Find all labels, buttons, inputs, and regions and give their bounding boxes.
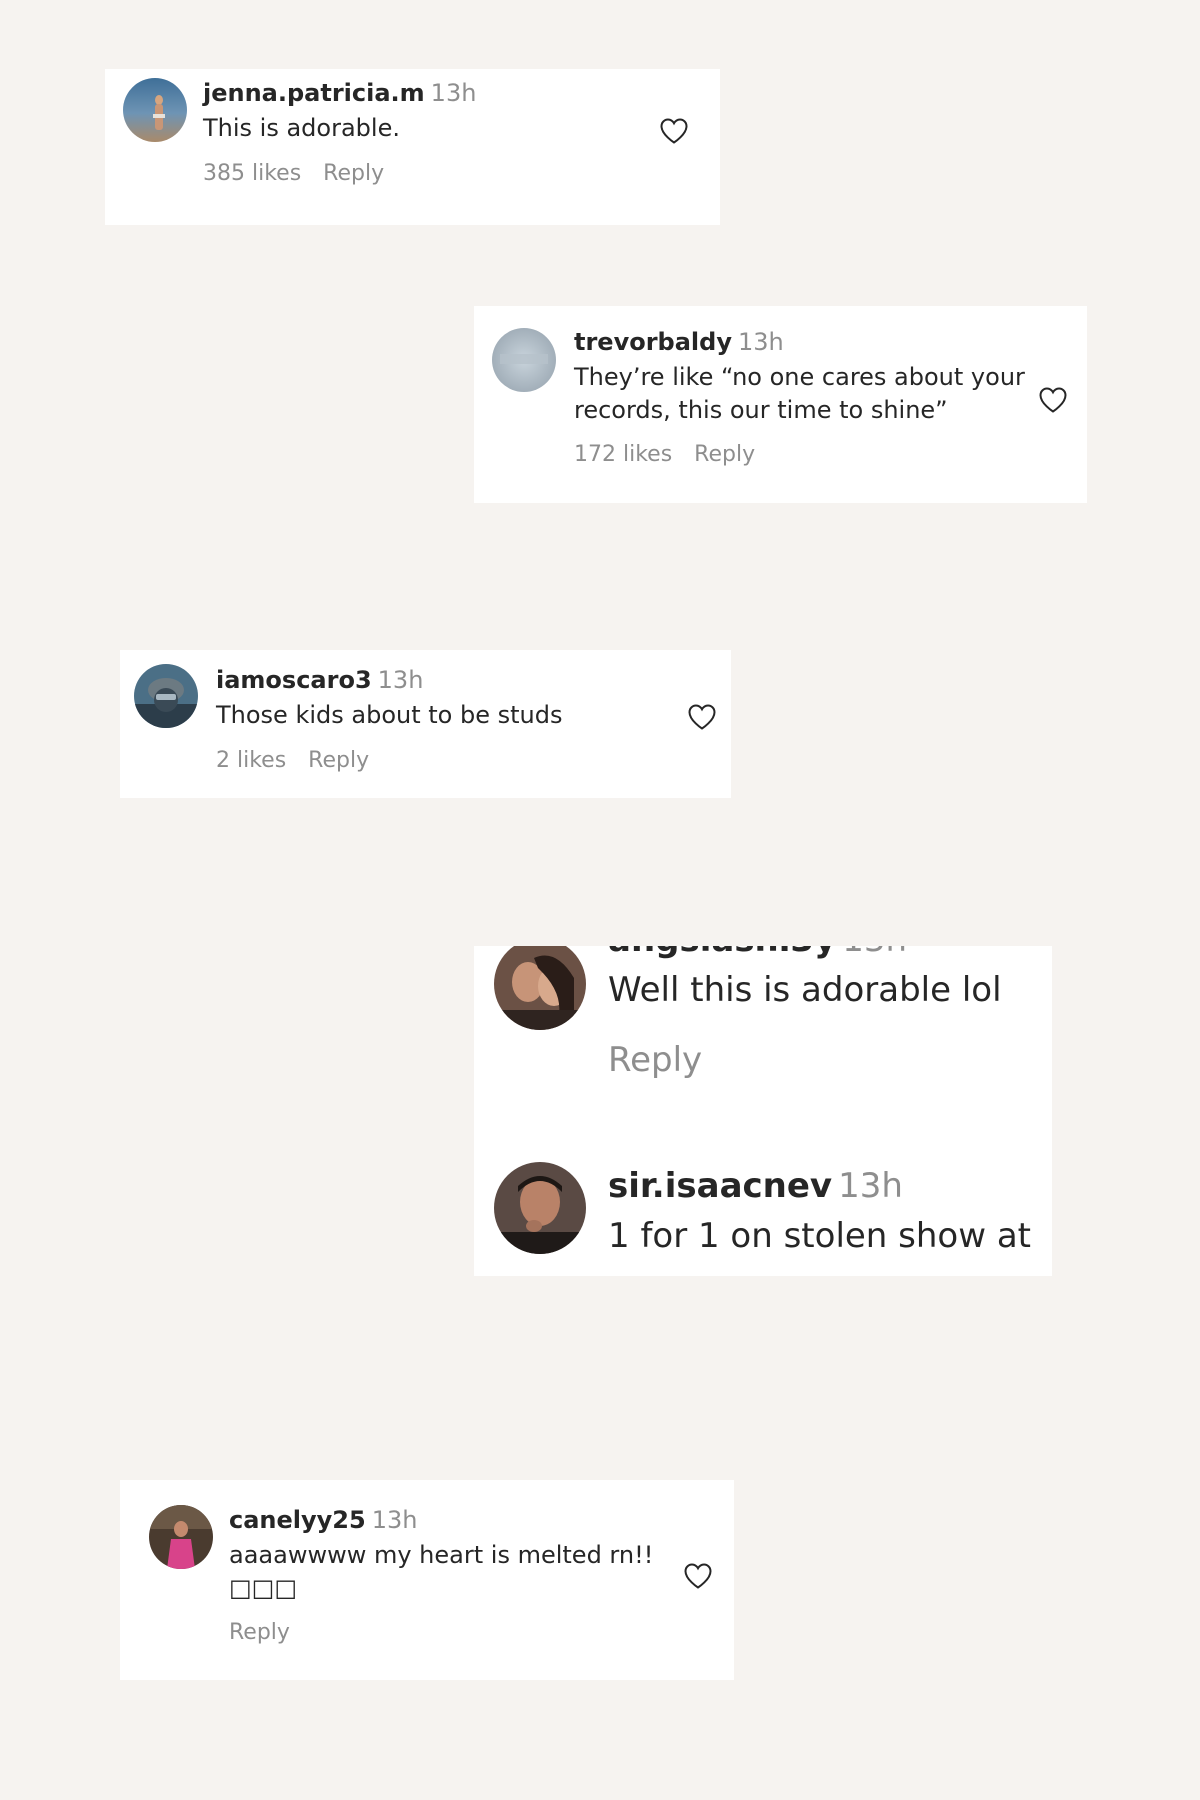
- comment-time[interactable]: 13h: [842, 946, 907, 960]
- avatar[interactable]: [149, 1505, 213, 1569]
- comment-username[interactable]: sir.isaacnev: [608, 1166, 832, 1206]
- comment-text: Those kids about to be studs: [216, 700, 563, 729]
- comment-username[interactable]: angslashi3y: [608, 946, 836, 960]
- likes-count[interactable]: 385 likes: [203, 161, 301, 186]
- comment-time[interactable]: 13h: [378, 666, 424, 694]
- avatar-blurred-grey-icon: [492, 328, 556, 392]
- like-button[interactable]: [659, 117, 689, 145]
- comment-text: 1 for 1 on stolen show at: [608, 1215, 1032, 1256]
- comment-card: jenna.patricia.m 13h This is adorable. 38…: [105, 69, 720, 225]
- reply-button[interactable]: Reply: [694, 442, 755, 467]
- avatar[interactable]: [492, 328, 556, 392]
- comment-text: This is adorable.: [203, 113, 400, 142]
- reply-button[interactable]: Reply: [323, 161, 384, 186]
- comment-time[interactable]: 13h: [372, 1506, 418, 1534]
- avatar[interactable]: [134, 664, 198, 728]
- like-button[interactable]: [687, 703, 717, 731]
- comment-username[interactable]: jenna.patricia.m: [203, 79, 425, 107]
- avatar-couple-icon: [494, 946, 586, 1030]
- comment-time[interactable]: 13h: [431, 79, 477, 107]
- comment-text: aaaawwww my heart is melted rn!! □□□: [229, 1540, 654, 1603]
- avatar-beach-figure-icon: [123, 78, 187, 142]
- comment-card: iamoscaro3 13h Those kids about to be stu…: [120, 650, 731, 798]
- comment-card: trevorbaldy 13h They’re like “no one care…: [474, 306, 1087, 503]
- reply-button[interactable]: Reply: [229, 1620, 290, 1645]
- like-button[interactable]: [683, 1562, 713, 1590]
- comment-card: canelyy25 13h aaaawwww my heart is melted…: [120, 1480, 734, 1680]
- comment-time[interactable]: 13h: [838, 1166, 903, 1206]
- comment-time[interactable]: 13h: [738, 328, 784, 356]
- comment-text: They’re like “no one cares about your re…: [574, 362, 1025, 425]
- avatar-man-portrait-icon: [494, 1162, 586, 1254]
- heart-outline-icon: [684, 1563, 712, 1589]
- avatar[interactable]: [494, 1162, 586, 1254]
- comment-card-zoomed: angslashi3y 13h Well this is adorable lol…: [474, 946, 1052, 1276]
- heart-outline-icon: [1039, 387, 1067, 413]
- likes-count[interactable]: 172 likes: [574, 442, 672, 467]
- comment-username[interactable]: canelyy25: [229, 1506, 366, 1534]
- avatar-pink-figure-icon: [149, 1505, 213, 1569]
- reply-button[interactable]: Reply: [608, 1040, 702, 1080]
- likes-count[interactable]: 2 likes: [216, 748, 286, 773]
- avatar[interactable]: [494, 946, 586, 1030]
- comment-text: Well this is adorable lol: [608, 969, 1002, 1010]
- comment-username[interactable]: trevorbaldy: [574, 328, 732, 356]
- comment-username[interactable]: iamoscaro3: [216, 666, 372, 694]
- heart-outline-icon: [660, 118, 688, 144]
- heart-outline-icon: [688, 704, 716, 730]
- like-button[interactable]: [1038, 386, 1068, 414]
- avatar-helmet-icon: [134, 664, 198, 728]
- reply-button[interactable]: Reply: [308, 748, 369, 773]
- avatar[interactable]: [123, 78, 187, 142]
